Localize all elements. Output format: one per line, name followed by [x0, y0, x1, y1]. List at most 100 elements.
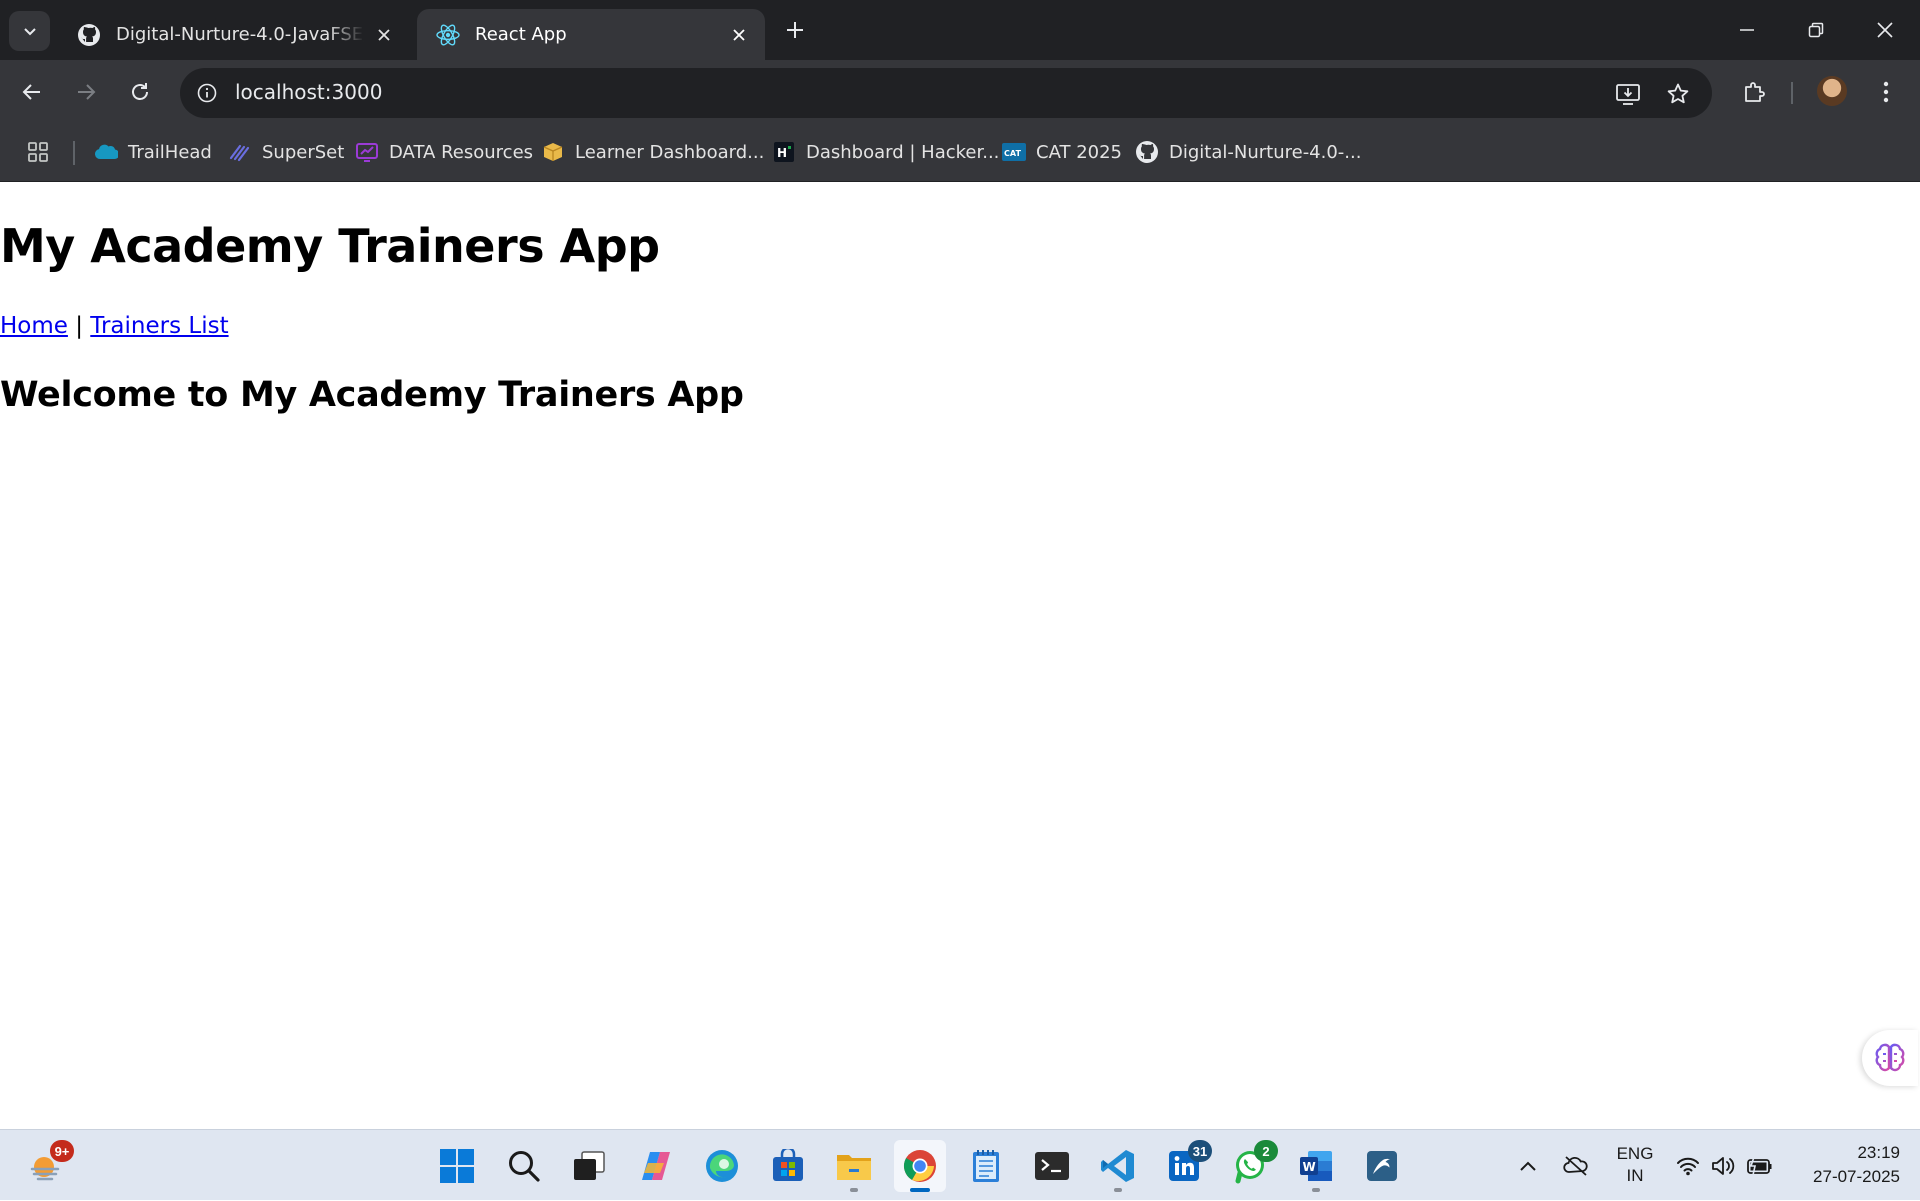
forward-button[interactable] [68, 74, 104, 110]
whatsapp-badge: 2 [1254, 1140, 1278, 1162]
weather-widget[interactable]: 9+ [20, 1140, 74, 1192]
nav-separator: | [75, 313, 83, 339]
page-viewport: My Academy Trainers App Home | Trainers … [0, 182, 1920, 1129]
terminal-app[interactable] [1026, 1140, 1078, 1192]
arrow-right-icon [78, 84, 96, 100]
language-region: IN [1626, 1166, 1644, 1185]
battery-tray[interactable] [1742, 1130, 1778, 1201]
react-icon [435, 22, 461, 48]
onedrive-tray[interactable] [1556, 1130, 1596, 1201]
copilot-app[interactable] [630, 1140, 682, 1192]
bookmark-label: Dashboard | Hacker... [806, 141, 1000, 163]
trainers-list-link[interactable]: Trainers List [90, 313, 228, 339]
reload-icon [132, 83, 148, 100]
microsoft-store-app[interactable] [762, 1140, 814, 1192]
tab-react-app[interactable]: React App [417, 9, 765, 60]
edge-icon [706, 1150, 738, 1182]
wifi-tray[interactable] [1670, 1130, 1706, 1201]
restore-icon [1808, 22, 1824, 38]
close-window-button[interactable] [1851, 0, 1919, 60]
data-resources-icon [355, 140, 379, 164]
github-icon [76, 22, 102, 48]
plus-icon [787, 22, 803, 38]
notification-badge: 9+ [50, 1140, 74, 1162]
restore-button[interactable] [1782, 0, 1850, 60]
word-app[interactable]: W [1290, 1140, 1342, 1192]
bookmark-cat-2025[interactable]: CAT CAT 2025 [1002, 136, 1122, 168]
ai-assistant-button[interactable] [1862, 1030, 1918, 1086]
running-indicator [1312, 1188, 1320, 1192]
notepad-icon [973, 1150, 999, 1182]
bookmark-superset[interactable]: SuperSet [228, 136, 344, 168]
new-tab-button[interactable] [779, 14, 811, 46]
superset-icon [228, 140, 252, 164]
chevron-down-icon [23, 28, 36, 36]
bookmark-data-resources[interactable]: DATA Resources [355, 136, 533, 168]
linkedin-badge: 31 [1188, 1140, 1212, 1162]
toolbar-divider [1791, 82, 1793, 104]
tab-search-button[interactable] [9, 11, 50, 51]
minimize-icon [1740, 29, 1754, 31]
battery-charging-icon [1747, 1156, 1772, 1175]
tab-github[interactable]: Digital-Nurture-4.0-JavaFSE/Jav [58, 9, 410, 60]
page-nav: Home | Trainers List [0, 313, 229, 339]
browser-toolbar: localhost:3000 [0, 60, 1920, 124]
install-app-icon[interactable] [1614, 80, 1642, 108]
file-explorer-app[interactable] [828, 1140, 880, 1192]
back-button[interactable] [14, 74, 50, 110]
wifi-icon [1677, 1157, 1699, 1175]
svg-text:CAT: CAT [1004, 149, 1021, 158]
task-view-button[interactable] [563, 1140, 615, 1192]
notepad-app[interactable] [960, 1140, 1012, 1192]
chrome-icon [903, 1150, 936, 1182]
cloud-off-icon [1563, 1155, 1588, 1176]
address-bar[interactable]: localhost:3000 [180, 68, 1712, 118]
url-text: localhost:3000 [235, 80, 383, 104]
bookmark-digital-nurture[interactable]: Digital-Nurture-4.0-... [1135, 136, 1361, 168]
home-link[interactable]: Home [0, 313, 68, 339]
bookmark-label: Digital-Nurture-4.0-... [1169, 141, 1362, 163]
chrome-app[interactable] [894, 1140, 946, 1192]
close-tab-icon[interactable] [372, 23, 396, 47]
box-icon [541, 140, 565, 164]
minimize-button[interactable] [1713, 0, 1781, 60]
copilot-icon [642, 1152, 670, 1180]
show-hidden-icons[interactable] [1508, 1130, 1548, 1201]
language-code: ENG [1616, 1144, 1654, 1163]
volume-tray[interactable] [1706, 1130, 1742, 1201]
extensions-button[interactable] [1736, 74, 1772, 110]
running-indicator [1114, 1188, 1122, 1192]
github-icon [1135, 140, 1159, 164]
volume-icon [1712, 1156, 1735, 1175]
taskbar-search[interactable] [498, 1140, 550, 1192]
site-info-icon[interactable] [192, 78, 222, 108]
bookmark-hackerrank[interactable]: H Dashboard | Hacker... [772, 136, 999, 168]
close-icon [1877, 22, 1893, 38]
start-button[interactable] [431, 1140, 483, 1192]
reload-button[interactable] [122, 74, 158, 110]
active-indicator [910, 1188, 930, 1192]
bookmark-learner-dashboard[interactable]: Learner Dashboard... [541, 136, 764, 168]
bookmark-trailhead[interactable]: TrailHead [94, 136, 212, 168]
bookmark-label: Learner Dashboard... [575, 141, 765, 163]
whatsapp-app[interactable]: 2 [1224, 1140, 1278, 1192]
edge-app[interactable] [696, 1140, 748, 1192]
profile-avatar[interactable] [1817, 76, 1847, 106]
clock-date: 27-07-2025 [1813, 1167, 1900, 1186]
bookmark-star-icon[interactable] [1664, 80, 1692, 108]
bookmark-label: TrailHead [128, 141, 212, 163]
chrome-menu-button[interactable] [1868, 74, 1904, 110]
vscode-app[interactable] [1092, 1140, 1144, 1192]
windows-logo-icon [440, 1149, 474, 1183]
close-tab-icon[interactable] [727, 23, 751, 47]
bookmarks-bar: TrailHead SuperSet DATA Resources Learne… [0, 124, 1920, 182]
apps-grid-icon[interactable] [24, 138, 52, 166]
linkedin-app[interactable]: 31 [1158, 1140, 1212, 1192]
brain-icon [1875, 1043, 1905, 1072]
language-indicator[interactable]: ENG IN [1610, 1143, 1660, 1187]
welcome-heading: Welcome to My Academy Trainers App [0, 375, 744, 415]
more-vert-icon [1883, 81, 1889, 103]
running-indicator [850, 1188, 858, 1192]
system-clock[interactable]: 23:19 27-07-2025 [1790, 1141, 1900, 1189]
mysql-workbench-app[interactable] [1356, 1140, 1408, 1192]
